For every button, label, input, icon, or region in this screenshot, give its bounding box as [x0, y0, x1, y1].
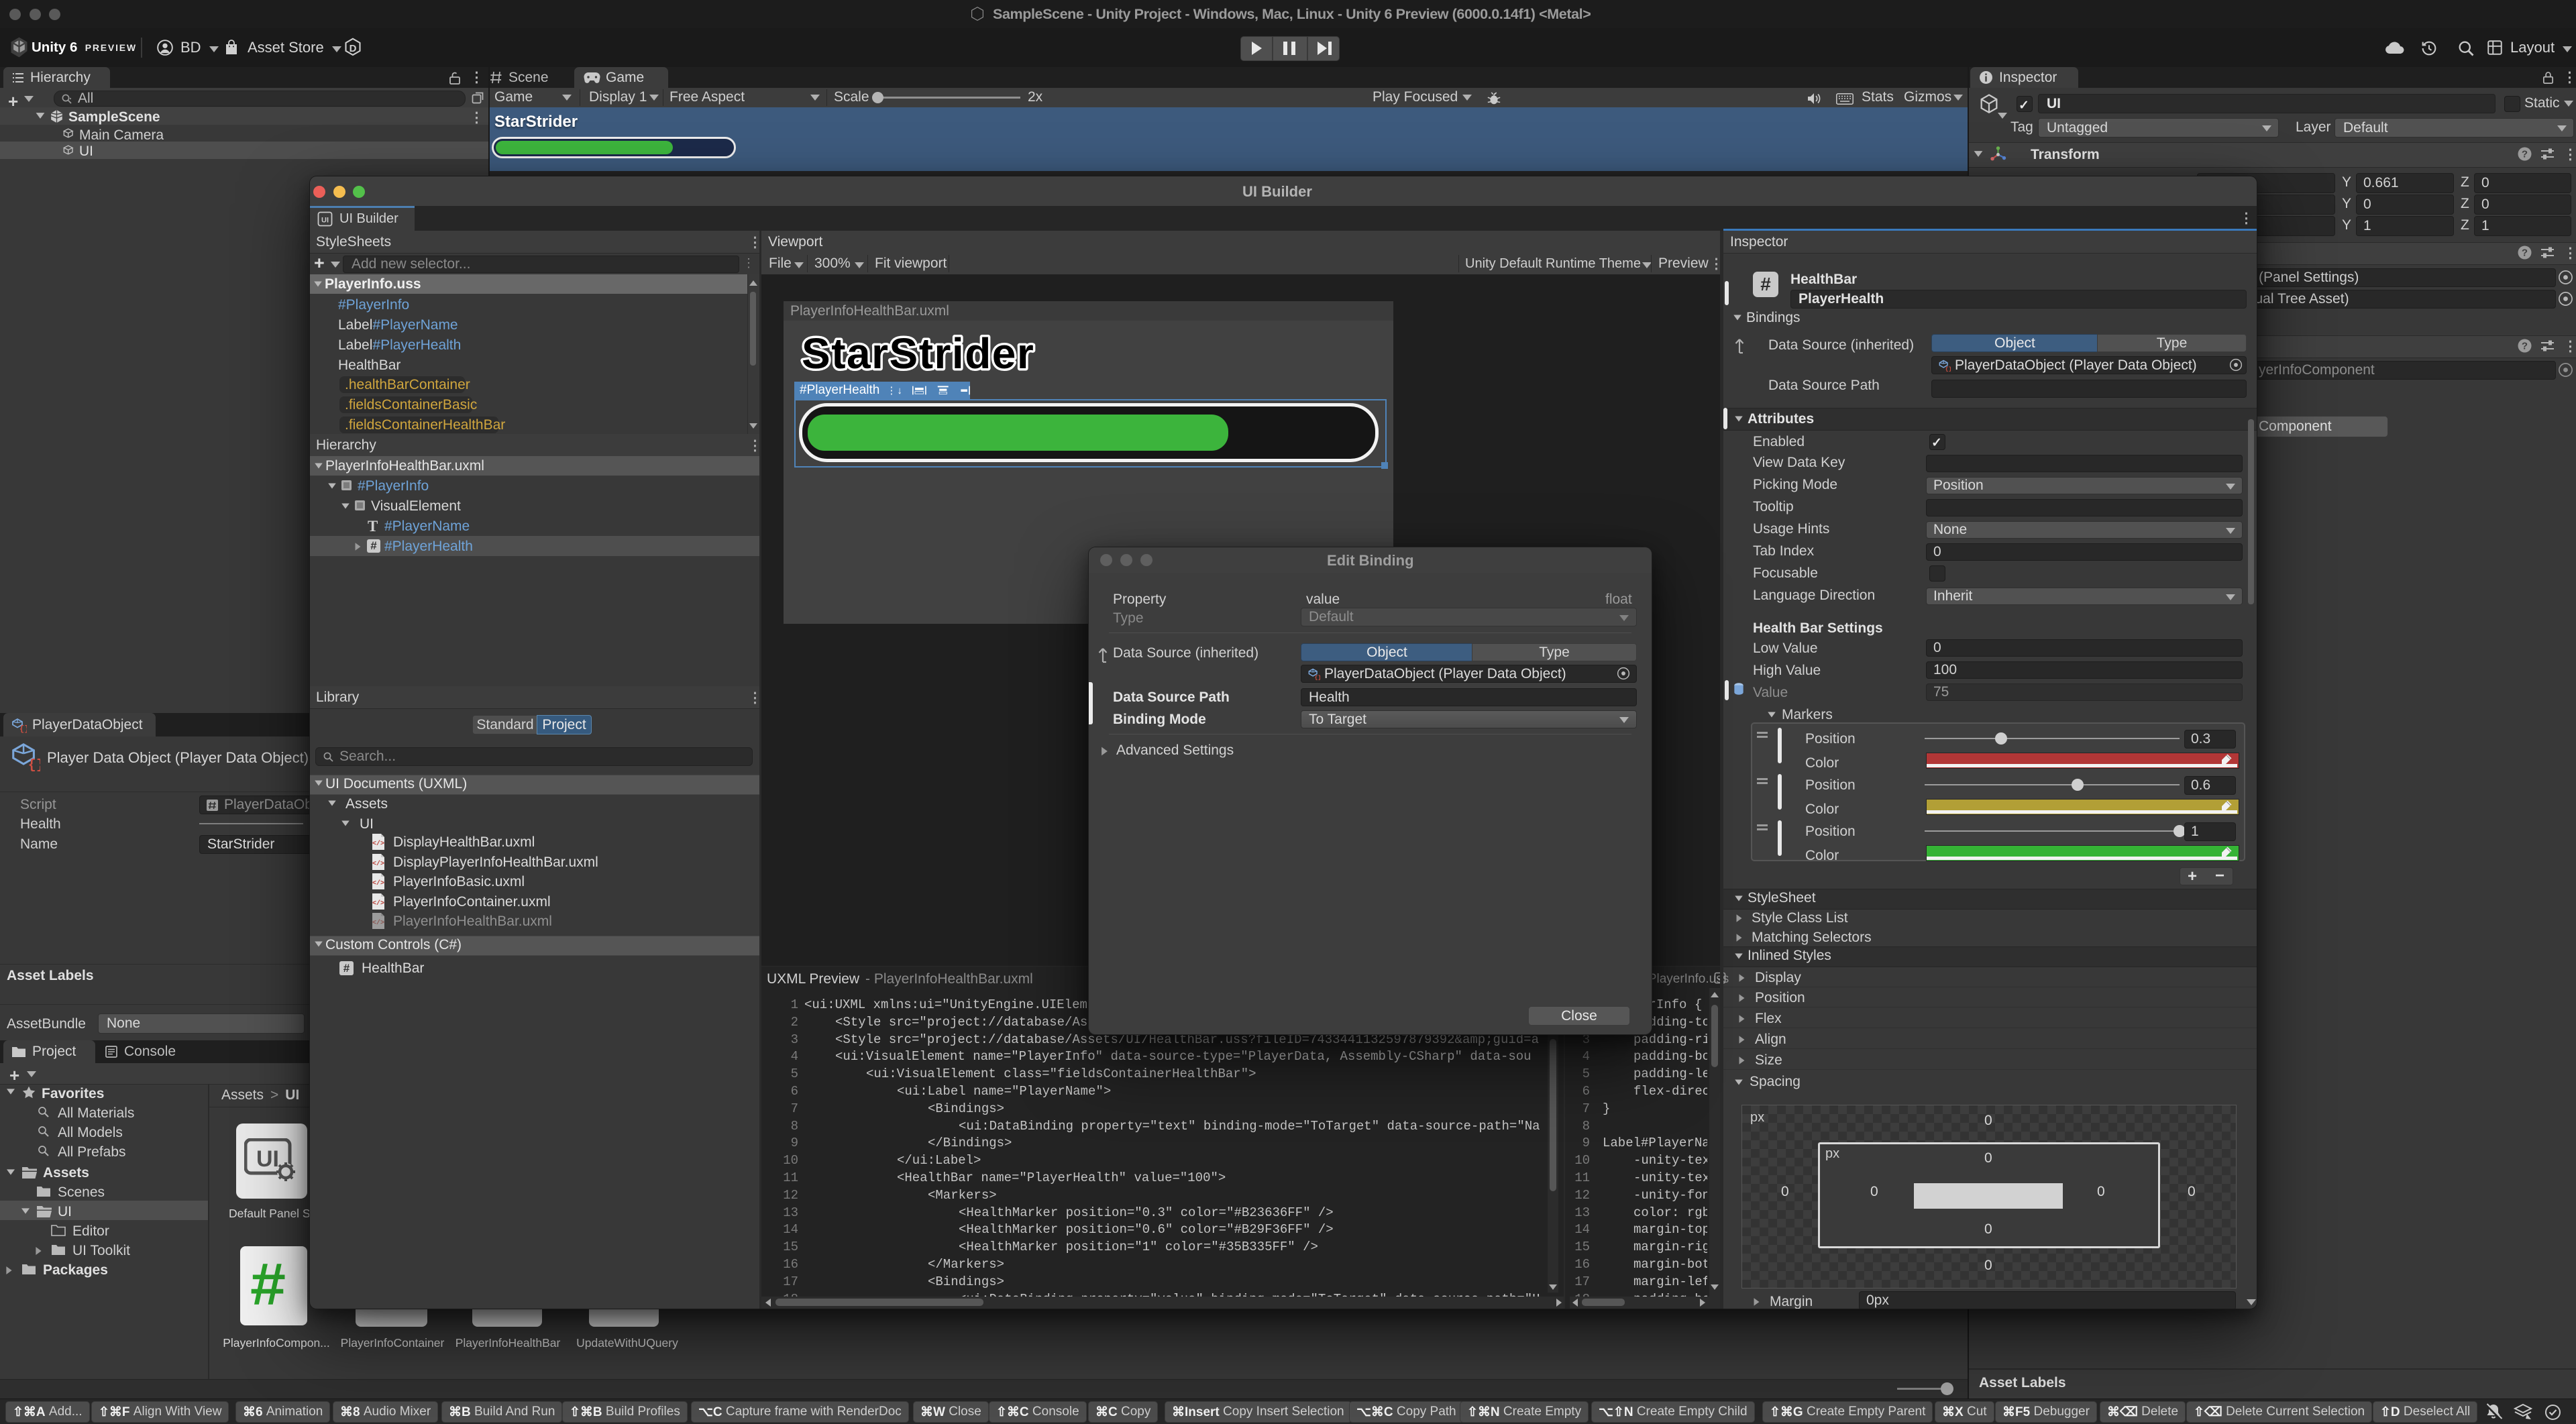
- svg-text:{}: {}: [19, 724, 27, 733]
- svg-text:D: D: [350, 43, 357, 54]
- svg-text:</>: </>: [372, 840, 384, 848]
- svg-text:</>: </>: [372, 879, 384, 887]
- svg-text:StarStrider: StarStrider: [802, 329, 1034, 378]
- svg-text:</>: </>: [372, 899, 384, 908]
- svg-text:?: ?: [2522, 149, 2528, 160]
- svg-text:{}: {}: [28, 758, 40, 772]
- svg-text:UI: UI: [321, 217, 329, 225]
- svg-text:?: ?: [2522, 341, 2528, 352]
- svg-text:{}: {}: [1315, 674, 1320, 681]
- svg-text:</>: </>: [372, 860, 384, 868]
- svg-text:UI: UI: [256, 1146, 279, 1172]
- svg-text:?: ?: [2522, 248, 2528, 259]
- svg-text:{}: {}: [1945, 366, 1951, 372]
- svg-text:</>: </>: [372, 919, 384, 927]
